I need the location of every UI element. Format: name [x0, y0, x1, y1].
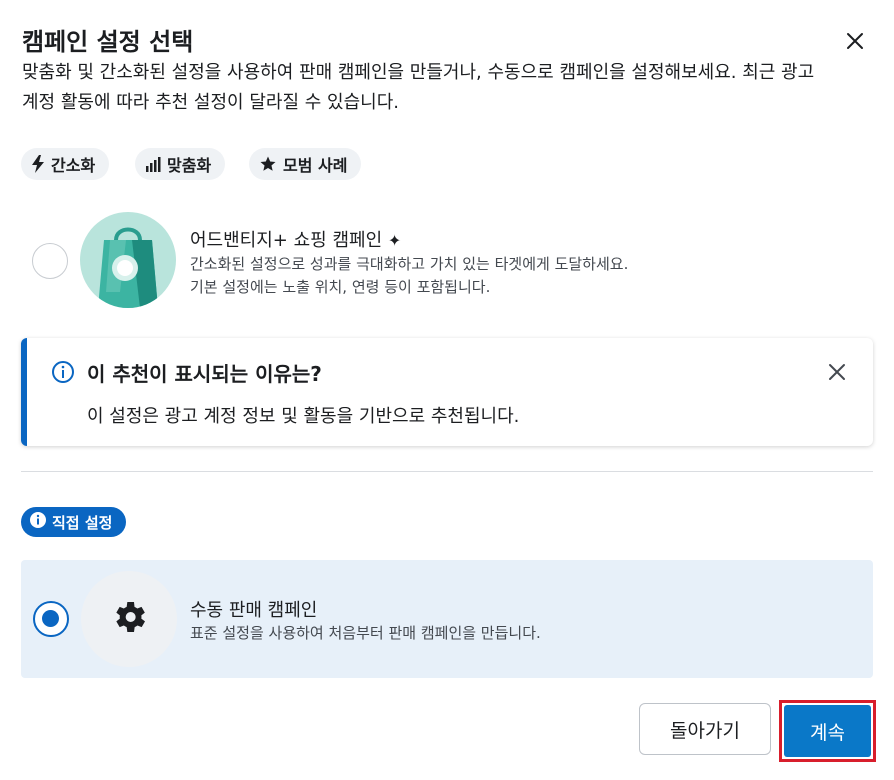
manual-campaign-radio[interactable]: [33, 601, 69, 637]
advantage-campaign-title: 어드밴티지+ 쇼핑 캠페인 ✦: [190, 226, 401, 252]
info-box-close-icon[interactable]: [825, 360, 849, 384]
back-button[interactable]: 돌아가기: [639, 703, 771, 755]
advantage-campaign-radio[interactable]: [32, 243, 68, 279]
info-box-title: 이 추천이 표시되는 이유는?: [87, 362, 322, 386]
advantage-desc-line1: 간소화된 설정으로 성과를 극대화하고 가치 있는 타겟에게 도달하세요.: [190, 255, 629, 273]
info-box-body: 이 설정은 광고 계정 정보 및 활동을 기반으로 추천됩니다.: [87, 406, 520, 427]
manual-campaign-card[interactable]: [21, 560, 873, 678]
info-filled-icon: [29, 511, 47, 533]
bar-chart-icon: [145, 156, 161, 172]
chip-best-practice: 모범 사례: [249, 148, 362, 180]
star-icon: [259, 155, 277, 173]
chip-simplified: 간소화: [21, 148, 110, 180]
dialog-title: 캠페인 설정 선택: [22, 28, 194, 56]
sparkle-icon: ✦: [387, 231, 402, 250]
manual-campaign-desc: 표준 설정을 사용하여 처음부터 판매 캠페인을 만듭니다.: [190, 624, 541, 642]
recommendation-info-box: 이 추천이 표시되는 이유는? 이 설정은 광고 계정 정보 및 활동을 기반으…: [21, 338, 873, 446]
info-icon: [51, 360, 75, 388]
chip-label: 모범 사례: [283, 156, 348, 175]
campaign-setup-dialog: 캠페인 설정 선택 맞춤화 및 간소화된 설정을 사용하여 판매 캠페인을 만들…: [0, 0, 894, 780]
continue-button[interactable]: 계속: [784, 705, 871, 757]
advantage-title-text: 어드밴티지+ 쇼핑 캠페인: [190, 230, 383, 251]
chip-label: 맞춤화: [167, 156, 212, 175]
advantage-campaign-desc: 간소화된 설정으로 성과를 극대화하고 가치 있는 타겟에게 도달하세요. 기본…: [190, 253, 628, 299]
lightning-icon: [31, 155, 45, 173]
gear-circle: [81, 571, 177, 667]
manual-campaign-title: 수동 판매 캠페인: [190, 600, 318, 621]
shopping-bag-icon: [80, 212, 176, 308]
chip-label: 간소화: [51, 156, 96, 175]
direct-setup-badge: 직접 설정: [21, 507, 127, 537]
gear-icon: [109, 597, 149, 641]
section-divider: [21, 471, 873, 472]
close-icon[interactable]: [840, 26, 870, 56]
direct-setup-label: 직접 설정: [52, 513, 113, 532]
dialog-subtitle: 맞춤화 및 간소화된 설정을 사용하여 판매 캠페인을 만들거나, 수동으로 캠…: [22, 62, 815, 113]
advantage-desc-line2: 기본 설정에는 노출 위치, 연령 등이 포함됩니다.: [190, 278, 491, 296]
chip-customized: 맞춤화: [135, 148, 226, 180]
